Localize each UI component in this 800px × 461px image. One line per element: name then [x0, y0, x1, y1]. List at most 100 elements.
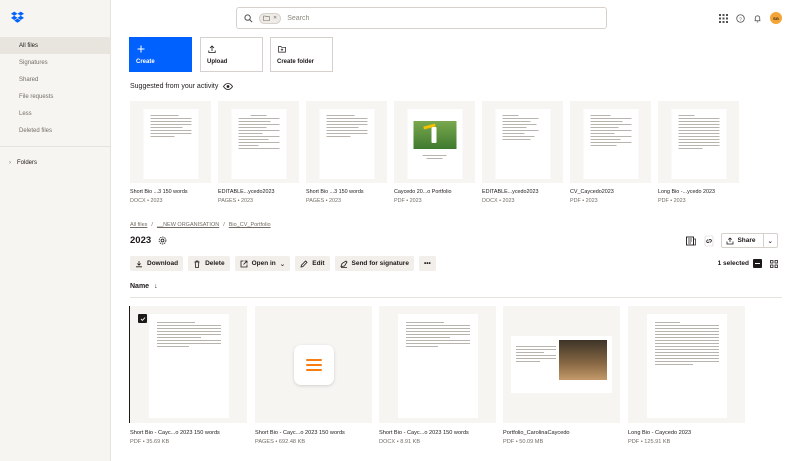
page-title: 2023 [130, 235, 167, 246]
chevron-right-icon: › [9, 159, 11, 166]
file-card[interactable]: Long Bio - Caycedo 2023 PDF • 125.91 KB [628, 306, 745, 445]
breadcrumb-new-organisation[interactable]: __NEW ORGANISATION [157, 222, 219, 228]
close-icon[interactable]: ✕ [273, 15, 277, 21]
file-card[interactable]: Short Bio - Cayc...o 2023 150 words DOCX… [379, 306, 496, 445]
upload-icon [208, 45, 216, 53]
suggested-card[interactable]: Caycedo 20...o Portfolio PDF • 2023 [394, 101, 475, 204]
file-thumbnail [394, 101, 475, 183]
file-name: Short Bio ...3 150 words [306, 189, 364, 195]
file-thumbnail [628, 306, 745, 423]
arrow-down-icon: ↓ [154, 283, 158, 290]
trash-icon [194, 260, 200, 268]
file-thumbnail [255, 306, 372, 423]
suggested-card[interactable]: CV_Caycedo2023 PDF • 2023 [570, 101, 651, 204]
open-external-icon [240, 260, 247, 267]
file-name: Long Bio -...ycedo 2023 [658, 189, 715, 195]
breadcrumb-bio-cv-portfolio[interactable]: Bio_CV_Portfolio [229, 222, 271, 228]
download-button[interactable]: Download [130, 256, 184, 271]
sidebar-item-deleted-files[interactable]: Deleted files [0, 122, 111, 139]
help-icon[interactable]: ? [736, 13, 745, 23]
file-name: CV_Caycedo2023 [570, 189, 614, 195]
file-card[interactable]: Portfolio_CarolinaCaycedo PDF • 50.09 MB [503, 306, 620, 445]
sidebar-item-all-files[interactable]: All files [0, 37, 111, 54]
file-thumbnail [218, 101, 299, 183]
sidebar-item-shared[interactable]: Shared [0, 71, 111, 88]
file-name: Portfolio_CarolinaCaycedo [503, 430, 570, 436]
file-meta: PDF • 2023 [394, 198, 422, 204]
file-meta: PDF • 2023 [658, 198, 686, 204]
sidebar: All files Signatures Shared File request… [0, 0, 111, 461]
send-for-signature-button[interactable]: Send for signature [334, 256, 414, 271]
file-thumbnail [379, 306, 496, 423]
link-icon[interactable] [703, 234, 715, 248]
selection-status: 1 selected [718, 259, 762, 268]
file-name: Short Bio - Cayc...o 2023 150 words [255, 430, 345, 436]
edit-button[interactable]: Edit [295, 256, 330, 271]
file-card[interactable]: Short Bio - Cayc...o 2023 150 words PAGE… [255, 306, 372, 445]
sidebar-item-signatures[interactable]: Signatures [0, 54, 111, 71]
file-thumbnail [482, 101, 563, 183]
suggested-card[interactable]: EDITABLE...ycedo2023 DOCX • 2023 [482, 101, 563, 204]
file-thumbnail [503, 306, 620, 423]
sidebar-item-file-requests[interactable]: File requests [0, 88, 111, 105]
file-name: EDITABLE...ycedo2023 [482, 189, 539, 195]
suggested-card[interactable]: Long Bio -...ycedo 2023 PDF • 2023 [658, 101, 739, 204]
file-meta: PAGES • 2023 [306, 198, 342, 204]
deselect-all-checkbox[interactable] [753, 259, 762, 268]
chevron-down-icon: ⌄ [279, 260, 286, 268]
folder-plus-icon [278, 46, 286, 53]
suggested-card[interactable]: EDITABLE...ycedo2023 PAGES • 2023 [218, 101, 299, 204]
file-name: Short Bio - Cayc...o 2023 150 words [379, 430, 469, 436]
file-card[interactable]: Short Bio - Cayc...o 2023 150 words PDF … [130, 306, 247, 445]
file-meta: DOCX • 2023 [482, 198, 515, 204]
share-button[interactable]: Share ⌄ [721, 233, 778, 248]
file-meta: DOCX • 2023 [130, 198, 163, 204]
file-meta: PDF • 50.09 MB [503, 439, 544, 445]
chevron-down-icon[interactable]: ⌄ [762, 233, 773, 248]
bell-icon[interactable] [753, 14, 762, 23]
divider [0, 146, 111, 147]
breadcrumb: All files / __NEW ORGANISATION / Bio_CV_… [130, 222, 271, 228]
file-thumbnail [306, 101, 387, 183]
photo-thumbnail [559, 340, 607, 380]
file-meta: PDF • 2023 [570, 198, 598, 204]
delete-button[interactable]: Delete [188, 256, 230, 271]
search-bar[interactable]: ✕ [236, 7, 607, 29]
suggested-card[interactable]: Short Bio ...3 150 words PAGES • 2023 [306, 101, 387, 204]
more-options-button[interactable]: ••• [418, 256, 436, 271]
sidebar-folders-toggle[interactable]: › Folders [0, 154, 111, 171]
file-name: EDITABLE...ycedo2023 [218, 189, 275, 195]
file-toolbar: Download Delete Open in ⌄ Edit Send for … [130, 256, 436, 271]
ellipsis-icon: ••• [423, 260, 431, 267]
avatar[interactable]: SG [770, 12, 782, 24]
gear-icon[interactable] [158, 236, 167, 245]
share-icon [727, 236, 734, 244]
file-meta: PDF • 125.91 KB [628, 439, 671, 445]
search-input[interactable] [287, 14, 488, 22]
apps-grid-icon[interactable] [719, 13, 728, 23]
upload-button[interactable]: Upload [200, 37, 263, 72]
file-thumbnail [130, 101, 211, 183]
breadcrumb-all-files[interactable]: All files [130, 222, 147, 228]
file-name: Short Bio - Cayc...o 2023 150 words [130, 430, 220, 436]
dropbox-logo-icon[interactable] [11, 11, 24, 24]
folder-actions: Share ⌄ [685, 233, 778, 248]
file-thumbnail [658, 101, 739, 183]
download-icon [136, 260, 142, 267]
top-icons: ? SG [719, 12, 782, 24]
eye-icon[interactable] [223, 83, 234, 90]
checkmark-icon [140, 316, 145, 321]
open-in-button[interactable]: Open in ⌄ [234, 256, 291, 271]
suggested-card[interactable]: Short Bio ...3 150 words DOCX • 2023 [130, 101, 211, 204]
file-checkbox[interactable] [138, 314, 147, 323]
create-folder-button[interactable]: Create folder [270, 37, 333, 72]
name-sort-header[interactable]: Name ↓ [130, 283, 158, 290]
file-meta: PAGES • 2023 [218, 198, 254, 204]
sidebar-item-less[interactable]: Less [0, 105, 111, 122]
activity-icon[interactable] [685, 234, 697, 248]
grid-view-icon[interactable] [770, 260, 778, 268]
file-name: Long Bio - Caycedo 2023 [628, 430, 692, 436]
folder-filter-chip[interactable]: ✕ [259, 12, 282, 24]
create-button[interactable]: Create [129, 37, 192, 72]
sidebar-nav: All files Signatures Shared File request… [0, 37, 111, 171]
